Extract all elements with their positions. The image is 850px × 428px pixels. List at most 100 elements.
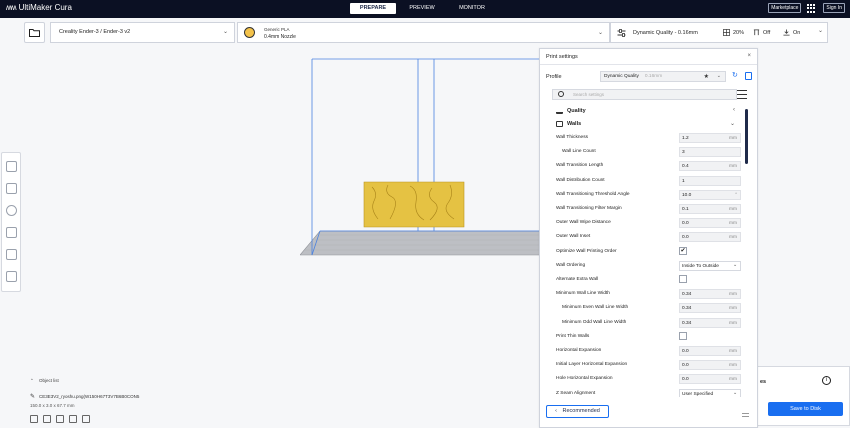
- setting-label: Outer Wall Inset: [556, 234, 591, 240]
- setting-value-input[interactable]: 0.34 mm: [679, 317, 741, 328]
- chevron-up-icon: ⌃: [30, 378, 34, 383]
- setting-value-input[interactable]: 1.2 mm: [679, 133, 741, 143]
- checkbox[interactable]: [679, 275, 687, 283]
- setting-value-input[interactable]: 0.0 mm: [679, 374, 741, 385]
- printer-name: Creality Ender-3 / Ender-3 v2: [59, 29, 131, 35]
- close-icon[interactable]: ×: [747, 53, 751, 59]
- setting-row: Outer Wall Wipe Distance 0.0 mm: [552, 216, 742, 230]
- right-view-icon[interactable]: [82, 415, 90, 423]
- tab-monitor[interactable]: MONITOR: [448, 3, 496, 14]
- resize-handle[interactable]: [742, 413, 749, 417]
- front-view-icon[interactable]: [43, 415, 51, 423]
- mirror-tool-icon[interactable]: [6, 227, 17, 238]
- setting-unit: °: [735, 192, 737, 198]
- view-orientation-controls: [30, 415, 90, 423]
- left-view-icon[interactable]: [69, 415, 77, 423]
- setting-value-input[interactable]: 1: [679, 175, 741, 186]
- tab-prepare[interactable]: PREPARE: [350, 3, 396, 14]
- sign-in-button[interactable]: Sign In: [823, 3, 845, 13]
- setting-row: Minimum Odd Wall Line Width 0.34 mm: [552, 316, 742, 330]
- setting-value: 1.2: [682, 136, 689, 141]
- pencil-icon[interactable]: ✎: [30, 393, 35, 400]
- settings-menu-icon[interactable]: [737, 90, 747, 99]
- setting-label: Minimum Odd Wall Line Width: [562, 319, 627, 325]
- open-file-button[interactable]: [24, 22, 45, 43]
- scale-tool-icon[interactable]: [6, 183, 17, 194]
- settings-scrollbar[interactable]: [745, 109, 748, 164]
- setting-value: 0.0: [682, 363, 689, 369]
- app-title: UltiMaker Cura: [18, 3, 72, 12]
- setting-row: Z Seam Alignment User Specified ⌄: [552, 387, 742, 397]
- info-icon[interactable]: i: [822, 376, 831, 385]
- setting-value: 0.34: [682, 306, 692, 312]
- sliders-icon: [617, 29, 626, 37]
- checkbox-checked[interactable]: ✔: [679, 246, 687, 255]
- tab-preview[interactable]: PREVIEW: [398, 3, 446, 14]
- setting-row: Wall Distribution Count 1: [552, 174, 742, 188]
- setting-value-input[interactable]: 0.0 mm: [679, 218, 741, 229]
- support-value: Off: [763, 29, 771, 36]
- category-walls-label: Walls: [567, 121, 582, 127]
- setting-value-input[interactable]: 0.34 mm: [679, 289, 741, 300]
- search-placeholder: Search settings: [573, 92, 605, 97]
- reset-profile-icon[interactable]: ↻: [732, 71, 738, 79]
- save-profile-icon[interactable]: [745, 72, 752, 80]
- top-view-icon[interactable]: [56, 415, 64, 423]
- category-walls[interactable]: Walls ⌄: [552, 119, 737, 130]
- model-object[interactable]: [363, 181, 465, 228]
- setting-value-input[interactable]: 3: [679, 147, 741, 158]
- setting-dropdown[interactable]: Inside To Outside ⌄: [679, 260, 741, 271]
- setting-value-input[interactable]: 0.1 mm: [679, 204, 741, 214]
- setting-value-input[interactable]: 0.0 mm: [679, 360, 741, 371]
- folder-icon: [29, 29, 40, 37]
- setting-dropdown[interactable]: User Specified ⌄: [679, 388, 741, 397]
- print-setup-selector[interactable]: Dynamic Quality - 0.16mm 20% Off On ⌄: [610, 22, 828, 43]
- object-dimensions: 150.0 x 3.0 x 67.7 mm: [30, 403, 75, 408]
- apps-grid-icon[interactable]: [807, 3, 817, 13]
- extruder-icon: [244, 27, 255, 38]
- setting-unit: mm: [729, 320, 737, 326]
- object-list-header[interactable]: ⌃ Object list: [30, 378, 59, 384]
- per-model-settings-icon[interactable]: [6, 249, 17, 260]
- object-list-label: Object list: [39, 378, 59, 383]
- setting-value-input[interactable]: 0.4 mm: [679, 161, 741, 172]
- setting-value: 0.0: [682, 349, 689, 354]
- setting-value-input[interactable]: 0.0 mm: [679, 346, 741, 356]
- recommended-button[interactable]: ‹ Recommended: [546, 405, 609, 418]
- move-tool-icon[interactable]: [6, 161, 17, 172]
- stage-tabs: PREPARE PREVIEW MONITOR: [350, 3, 496, 14]
- search-settings-input[interactable]: Search settings: [552, 89, 737, 100]
- printer-selector[interactable]: Creality Ender-3 / Ender-3 v2 ⌄: [50, 22, 235, 43]
- adhesion-setting: On: [783, 29, 800, 36]
- setting-value-input[interactable]: 0.0 mm: [679, 232, 741, 243]
- setting-row: Wall Transition Length 0.4 mm: [552, 159, 742, 173]
- setting-row: Hole Horizontal Expansion 0.0 mm: [552, 372, 742, 386]
- setting-row: Alternate Extra Wall: [552, 273, 742, 287]
- support-icon: [753, 29, 760, 36]
- marketplace-button[interactable]: Marketplace: [768, 3, 802, 13]
- checkbox[interactable]: [679, 331, 687, 340]
- 3d-view-icon[interactable]: [30, 415, 38, 423]
- rotate-tool-icon[interactable]: [6, 205, 17, 216]
- build-volume-viewport[interactable]: [299, 55, 541, 270]
- setting-row: Wall Line Count 3: [552, 145, 742, 159]
- material-selector[interactable]: Generic PLA 0.4mm Nozzle ⌄: [237, 22, 610, 43]
- chevron-down-icon: ⌄: [597, 30, 603, 36]
- adhesion-value: On: [793, 29, 801, 36]
- walls-icon: [556, 121, 563, 127]
- category-quality[interactable]: Quality ‹: [552, 106, 737, 117]
- support-blocker-icon[interactable]: [6, 271, 17, 282]
- setting-row: Minimum Even Wall Line Width 0.34 mm: [552, 301, 742, 315]
- recommended-label: Recommended: [562, 408, 600, 414]
- action-panel-label: es: [760, 379, 767, 385]
- save-to-disk-button[interactable]: Save to Disk: [768, 402, 843, 416]
- infill-value: 20%: [733, 29, 745, 36]
- setting-row: Horizontal Expansion 0.0 mm: [552, 344, 742, 358]
- setting-row: Wall Transitioning Threshold Angle 10.0 °: [552, 188, 742, 202]
- setting-value-input[interactable]: 10.0 °: [679, 189, 741, 200]
- chevron-down-icon: ⌄: [222, 29, 228, 35]
- setting-label: Wall Ordering: [556, 262, 586, 268]
- setting-value-input[interactable]: 0.34 mm: [679, 303, 741, 314]
- profile-dropdown[interactable]: Dynamic Quality 0.16mm ★ ⌄: [600, 71, 726, 82]
- build-volume-svg: [299, 58, 541, 256]
